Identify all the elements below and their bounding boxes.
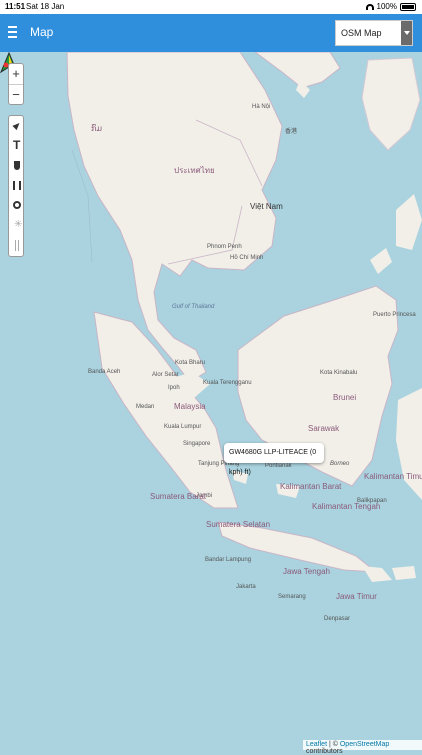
place-label: Puerto Princesa <box>373 312 416 318</box>
road-button[interactable] <box>9 176 23 196</box>
map-attribution: Leaflet | © OpenStreetMap contributors <box>303 740 422 755</box>
status-bar: 11:51 Sat 18 Jan 100% <box>0 0 422 14</box>
place-label: Kuala Lumpur <box>164 424 202 430</box>
place-label: Singapore <box>183 441 211 447</box>
status-time: 11:51 <box>5 2 26 11</box>
shield-button[interactable] <box>9 156 23 176</box>
target-icon <box>13 201 21 209</box>
star-button[interactable]: ✳ <box>9 216 23 236</box>
wifi-icon <box>365 3 374 10</box>
place-label: Kalimantan Timur <box>364 472 422 481</box>
water-label: Gulf of Thailand <box>172 304 215 310</box>
attribution-separator: | © <box>328 741 338 748</box>
place-label: Ipoh <box>168 385 180 391</box>
place-label: Pontianak <box>265 463 292 469</box>
place-label: 香港 <box>285 129 298 135</box>
place-label: Kota Kinabalu <box>320 370 358 376</box>
zoom-out-icon[interactable]: − <box>9 84 23 104</box>
pin-icon <box>15 240 19 251</box>
menu-icon[interactable] <box>8 26 17 40</box>
navigate-button[interactable] <box>9 116 23 136</box>
place-label: Sumatera Barat <box>150 492 207 501</box>
place-label: Kalimantan Tengah <box>312 502 381 511</box>
navigate-icon <box>12 120 22 131</box>
place-label: Việt Nam <box>250 202 283 211</box>
shield-icon <box>14 161 20 170</box>
place-label: Jawa Tengah <box>283 567 330 576</box>
map-type-select[interactable]: OSM Map <box>335 20 413 46</box>
attribution-suffix: contributors <box>306 748 343 755</box>
battery-icon <box>400 2 416 11</box>
osm-link[interactable]: OpenStreetMap <box>340 741 389 748</box>
battery-percent: 100% <box>376 2 397 11</box>
place-label: Hà Nội <box>252 104 271 110</box>
place-label: ประเทศไทย <box>174 166 215 175</box>
map-toolbar: T ✳ <box>8 115 24 257</box>
place-label: Alor Setar <box>152 372 179 378</box>
place-label: Kota Bharu <box>175 360 206 366</box>
place-label: Kuala Terengganu <box>203 380 252 386</box>
star-icon: ✳ <box>14 219 23 230</box>
place-label: Borneo <box>330 461 350 467</box>
status-date: Sat 18 Jan <box>26 2 65 11</box>
road-icon <box>13 181 21 190</box>
place-label: Malaysia <box>174 402 206 411</box>
place-label: Denpasar <box>324 616 351 622</box>
map-canvas[interactable]: Hà Nội Việt Nam Phnom Penh Hồ Chí Minh P… <box>0 52 422 750</box>
zoom-in-icon[interactable]: + <box>9 64 23 84</box>
page-title: Map <box>30 25 54 39</box>
place-label: Kalimantan Barat <box>280 482 342 491</box>
place-label: Jawa Timur <box>336 592 377 601</box>
text-button[interactable]: T <box>9 136 23 156</box>
leaflet-link[interactable]: Leaflet <box>306 741 327 748</box>
place-label: ກົມ <box>91 124 102 133</box>
zoom-control: + − <box>8 63 24 105</box>
place-label: Brunei <box>333 393 357 402</box>
text-icon: T <box>13 138 21 152</box>
place-label: Bandar Lampung <box>205 557 252 563</box>
place-label: Sumatera Selatan <box>206 520 271 529</box>
place-label: Medan <box>136 404 155 410</box>
pin-button[interactable] <box>9 236 23 256</box>
place-label: Hồ Chí Minh <box>230 255 264 261</box>
place-label: Phnom Penh <box>207 244 242 250</box>
app-bar: Map OSM Map <box>0 14 422 52</box>
place-label: Sarawak <box>308 424 340 433</box>
place-label: Jakarta <box>236 584 256 590</box>
target-button[interactable] <box>9 196 23 216</box>
place-label: Semarang <box>278 594 306 600</box>
map-type-value: OSM Map <box>341 28 382 38</box>
vehicle-tooltip: GW4680G LLP-LITEACE (0 kph) ft) <box>224 443 324 476</box>
map-labels: Hà Nội Việt Nam Phnom Penh Hồ Chí Minh P… <box>0 52 422 750</box>
place-label: Banda Aceh <box>88 369 121 375</box>
chevron-down-icon <box>401 21 412 45</box>
